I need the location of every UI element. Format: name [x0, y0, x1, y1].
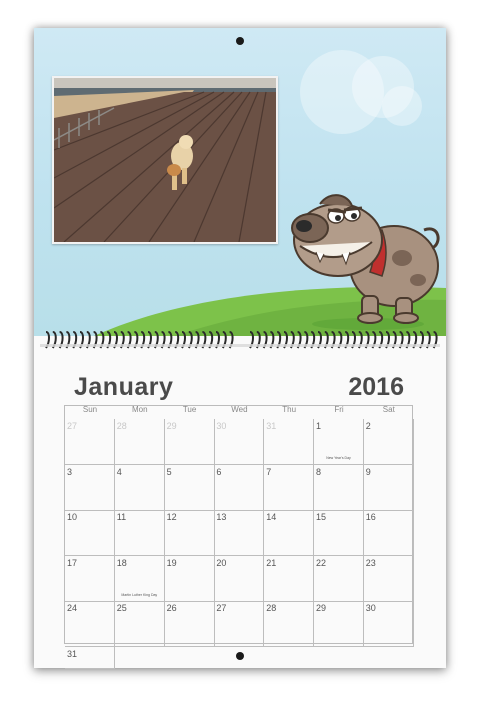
spiral-binding	[40, 331, 440, 349]
light-bubble	[382, 86, 422, 126]
day-cell[interactable]: 28	[114, 419, 165, 465]
day-number: 7	[266, 466, 272, 477]
day-number: 15	[316, 512, 327, 522]
day-cell[interactable]: 9	[363, 464, 414, 511]
day-number: 20	[216, 557, 227, 568]
holiday-label: New Year's Day	[326, 456, 351, 460]
day-cell[interactable]: 30	[363, 601, 414, 647]
day-cell[interactable]: 22	[314, 555, 364, 602]
day-number: 29	[166, 421, 177, 431]
day-number: 31	[67, 648, 78, 659]
day-number: 11	[116, 512, 127, 522]
day-cell[interactable]: 7	[264, 464, 315, 511]
day-number: 27	[216, 603, 227, 613]
day-number: 5	[166, 466, 172, 477]
day-number: 27	[67, 421, 78, 431]
day-cell[interactable]: 13	[214, 510, 265, 556]
day-cell[interactable]: 30	[214, 419, 265, 465]
dog-on-boardwalk-photo	[52, 76, 278, 244]
day-number: 26	[166, 603, 177, 613]
day-cell[interactable]: 18 Martin Luther King Day	[114, 555, 165, 602]
day-number: 21	[266, 557, 277, 568]
holiday-label: Martin Luther King Day	[121, 592, 158, 597]
day-number: 8	[316, 466, 322, 477]
day-number: 30	[365, 603, 376, 613]
day-cell[interactable]: 25	[114, 601, 165, 647]
hanging-hole	[236, 652, 244, 660]
day-cell[interactable]: 16	[363, 510, 414, 556]
day-cell[interactable]: 26	[164, 601, 215, 647]
day-number: 12	[166, 512, 177, 522]
day-number: 18	[116, 557, 127, 568]
hanging-hole	[236, 37, 244, 45]
day-cell[interactable]: 17	[65, 555, 115, 602]
cartoon-bulldog-icon	[291, 194, 440, 330]
day-cell[interactable]: 10	[65, 510, 115, 556]
day-cell[interactable]: 8	[314, 464, 364, 511]
day-number: 10	[67, 512, 78, 522]
year-title: 2016	[348, 373, 404, 401]
day-number: 31	[266, 421, 277, 431]
day-number: 17	[67, 557, 78, 568]
day-number: 22	[316, 557, 327, 568]
day-cell[interactable]: 31	[264, 419, 315, 465]
day-cell[interactable]: 23	[363, 555, 414, 602]
day-cell[interactable]: 11	[114, 510, 165, 556]
day-cell[interactable]: 27	[65, 419, 115, 465]
day-number: 13	[216, 512, 227, 522]
day-number: 1	[316, 421, 322, 431]
day-cell[interactable]: 3	[65, 464, 115, 511]
day-number: 23	[365, 557, 376, 568]
day-number: 2	[365, 421, 371, 431]
day-number: 16	[365, 512, 376, 522]
day-number: 25	[116, 603, 127, 613]
day-cell[interactable]: 4	[114, 464, 165, 511]
day-cell[interactable]: 31	[65, 646, 115, 669]
day-cell[interactable]: 5	[164, 464, 215, 511]
day-cell[interactable]: 12	[164, 510, 215, 556]
day-number: 14	[266, 512, 277, 522]
day-cell[interactable]: 20	[214, 555, 265, 602]
day-cell[interactable]: 1 New Year's Day	[314, 419, 364, 465]
day-number: 28	[266, 603, 277, 613]
day-cell[interactable]: 19	[164, 555, 215, 602]
day-number: 28	[116, 421, 127, 431]
day-cell[interactable]: 14	[264, 510, 315, 556]
day-cell[interactable]: 29	[314, 601, 364, 647]
day-number: 19	[166, 557, 177, 568]
day-cell[interactable]: 15	[314, 510, 364, 556]
day-cell[interactable]: 21	[264, 555, 315, 602]
day-number: 24	[67, 603, 78, 613]
day-number: 9	[365, 466, 371, 477]
day-cell[interactable]: 29	[164, 419, 215, 465]
photo-image	[54, 78, 276, 242]
day-number: 30	[216, 421, 227, 431]
day-number: 3	[67, 466, 73, 477]
day-number: 6	[216, 466, 222, 477]
day-cell[interactable]: 6	[214, 464, 265, 511]
day-number: 29	[316, 603, 327, 613]
month-title: January	[74, 373, 174, 401]
day-cell[interactable]: 28	[264, 601, 315, 647]
day-number: 4	[116, 466, 122, 477]
day-cell[interactable]: 27	[214, 601, 265, 647]
day-cell[interactable]: 24	[65, 601, 115, 647]
day-cell[interactable]: 2	[363, 419, 414, 465]
